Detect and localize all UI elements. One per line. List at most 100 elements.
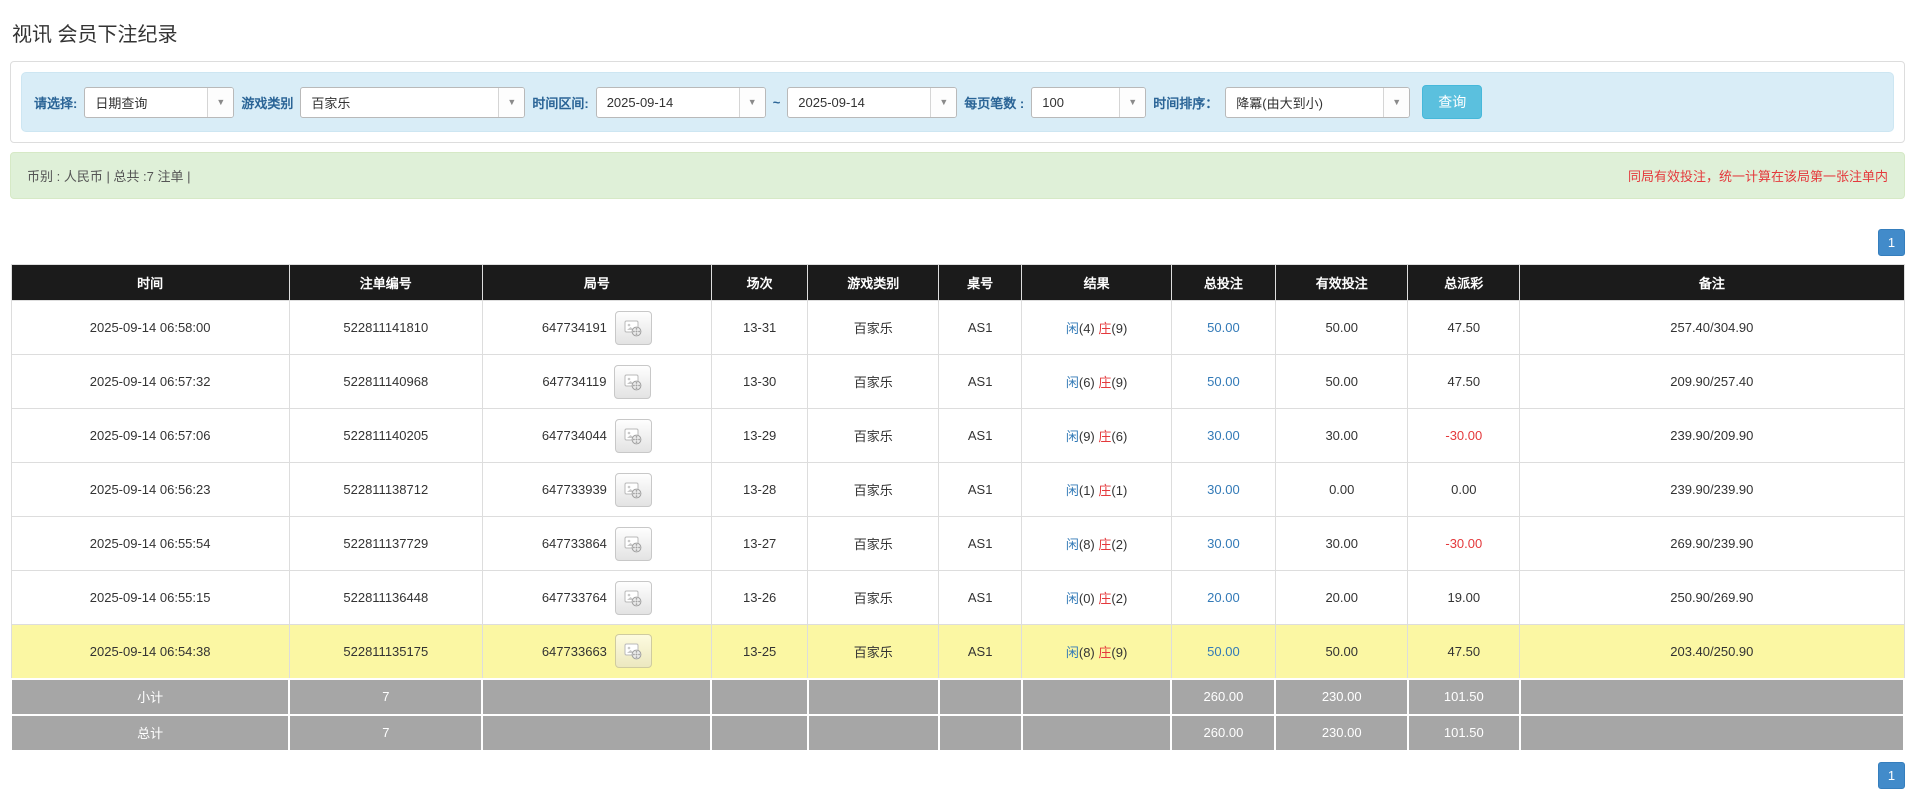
cell-session: 13-27 — [710, 516, 809, 571]
game-type-select[interactable]: 百家乐 ▼ — [300, 86, 526, 118]
subtotal-row-session — [710, 677, 809, 716]
result-banker-label: 庄 — [1098, 429, 1112, 444]
result-banker-score: (2) — [1111, 591, 1128, 606]
grand-total-row-result — [1020, 713, 1173, 752]
subtotal-row-payout: 101.50 — [1406, 677, 1521, 716]
round-id-text: 647734119 — [542, 374, 607, 389]
cell-valid-bet: 50.00 — [1274, 300, 1409, 355]
result-player-score: (8) — [1078, 644, 1095, 660]
page-1-button[interactable]: 1 — [1878, 761, 1905, 789]
total-bet-link[interactable]: 30.00 — [1207, 536, 1240, 551]
result-player-score: (6) — [1078, 375, 1095, 390]
result-banker-score: (9) — [1111, 375, 1128, 390]
result-player-label: 闲 — [1065, 375, 1079, 390]
cell-payout: -30.00 — [1407, 408, 1521, 463]
cell-session: 13-31 — [710, 300, 809, 355]
cell-game-type: 百家乐 — [807, 516, 940, 571]
video-replay-button[interactable] — [614, 310, 652, 345]
cell-table-no: AS1 — [938, 624, 1023, 679]
betting-records-table: 时间 注单编号 局号 场次 游戏类别 桌号 结果 总投注 有效投注 总派彩 备注 2025-09-1… — [9, 264, 1906, 752]
subtotal-row-round-id — [481, 677, 713, 716]
cell-valid-bet: 50.00 — [1274, 624, 1409, 679]
cell-table-no: AS1 — [938, 408, 1023, 463]
column-header-time: 时间 — [10, 264, 290, 301]
cell-round-id: 647734119 — [481, 354, 712, 409]
date-to-value: 2025-09-14 — [798, 94, 865, 110]
result-banker-score: (1) — [1111, 483, 1128, 498]
chevron-down-icon: ▼ — [1383, 87, 1410, 117]
total-bet-link[interactable]: 20.00 — [1207, 590, 1240, 605]
currency-total-info: 币别 : 人民币 | 总共 :7 注单 | — [27, 169, 191, 184]
date-range-label: 时间区间: — [532, 95, 589, 111]
date-to-select[interactable]: 2025-09-14 ▼ — [787, 86, 958, 118]
result-player-score: (9) — [1078, 429, 1095, 444]
video-replay-button[interactable] — [614, 364, 652, 399]
column-header-note: 备注 — [1519, 264, 1905, 301]
cell-total-bet: 30.00 — [1170, 516, 1276, 571]
video-replay-button[interactable] — [614, 580, 652, 615]
video-replay-button[interactable] — [614, 418, 652, 453]
video-replay-button[interactable] — [614, 634, 652, 669]
round-id-text: 647734191 — [541, 320, 607, 335]
cell-valid-bet: 30.00 — [1274, 408, 1409, 463]
cell-session: 13-30 — [710, 354, 809, 409]
cell-table-no: AS1 — [938, 570, 1023, 625]
grand-total-row-round-id — [481, 713, 713, 752]
total-bet-link[interactable]: 30.00 — [1207, 482, 1240, 497]
cell-time: 2025-09-14 06:58:00 — [10, 300, 290, 355]
total-bet-link[interactable]: 30.00 — [1207, 428, 1240, 443]
grand-total-row-note — [1518, 713, 1906, 752]
cell-bet-id: 522811141810 — [288, 300, 483, 355]
film-icon — [624, 482, 642, 498]
time-sort-select[interactable]: 降冪(由大到小) ▼ — [1225, 86, 1411, 118]
chevron-down-icon: ▼ — [1119, 87, 1146, 117]
query-type-select[interactable]: 日期查询 ▼ — [84, 86, 235, 118]
round-id-wrap: 647734191 — [541, 310, 652, 345]
total-bet-link[interactable]: 50.00 — [1207, 374, 1240, 389]
cell-note: 269.90/239.90 — [1519, 516, 1905, 571]
total-bet-link[interactable]: 50.00 — [1207, 320, 1240, 335]
page-container: 视讯 会员下注纪录 请选择: 日期查询 ▼ 游戏类别 百家乐 ▼ 时间区间: 2… — [0, 0, 1915, 795]
cell-time: 2025-09-14 06:54:38 — [10, 624, 290, 679]
subtotal-row-bet-id: 7 — [288, 677, 484, 716]
round-id-text: 647733939 — [541, 482, 607, 497]
grand-total-row-time: 总计 — [9, 713, 291, 752]
film-icon — [624, 374, 642, 390]
grand-total-row-total-bet: 260.00 — [1170, 713, 1277, 752]
search-button[interactable]: 查询 — [1422, 85, 1483, 119]
result-player-score: (8) — [1078, 537, 1095, 552]
cell-session: 13-29 — [710, 408, 809, 463]
subtotal-row-result — [1020, 677, 1173, 716]
cell-game-type: 百家乐 — [807, 462, 940, 517]
video-replay-button[interactable] — [614, 526, 652, 561]
date-from-select[interactable]: 2025-09-14 ▼ — [595, 86, 766, 118]
chevron-down-icon: ▼ — [498, 87, 525, 117]
cell-bet-id: 522811140205 — [288, 408, 483, 463]
cell-round-id: 647734191 — [481, 300, 712, 355]
cell-time: 2025-09-14 06:56:23 — [10, 462, 290, 517]
per-page-select[interactable]: 100 ▼ — [1031, 86, 1147, 118]
result-player-score: (0) — [1078, 591, 1095, 606]
cell-time: 2025-09-14 06:57:32 — [10, 354, 290, 409]
cell-note: 203.40/250.90 — [1519, 624, 1905, 679]
cell-total-bet: 30.00 — [1170, 408, 1276, 463]
subtotal-row-time: 小计 — [9, 677, 291, 716]
cell-valid-bet: 20.00 — [1274, 570, 1409, 625]
cell-note: 239.90/239.90 — [1519, 462, 1905, 517]
column-header-game-type: 游戏类别 — [807, 264, 940, 301]
column-header-valid-bet: 有效投注 — [1274, 264, 1409, 301]
pagination-top: 1 — [10, 229, 1905, 256]
video-replay-button[interactable] — [614, 472, 652, 507]
column-header-session: 场次 — [710, 264, 809, 301]
page-1-button[interactable]: 1 — [1878, 229, 1905, 256]
cell-valid-bet: 30.00 — [1274, 516, 1409, 571]
subtotal-row-table-no — [937, 677, 1023, 716]
round-id-text: 647733764 — [541, 590, 607, 605]
cell-round-id: 647733663 — [481, 624, 712, 679]
table-header: 时间 注单编号 局号 场次 游戏类别 桌号 结果 总投注 有效投注 总派彩 备注 — [10, 264, 1905, 301]
round-id-wrap: 647733663 — [542, 634, 652, 669]
total-bet-link[interactable]: 50.00 — [1207, 644, 1240, 659]
cell-result: 闲(0) 庄(2) — [1021, 570, 1172, 625]
table-row: 2025-09-14 06:54:38 522811135175 647733663… — [10, 624, 1905, 679]
grand-total-row-table-no — [937, 713, 1023, 752]
